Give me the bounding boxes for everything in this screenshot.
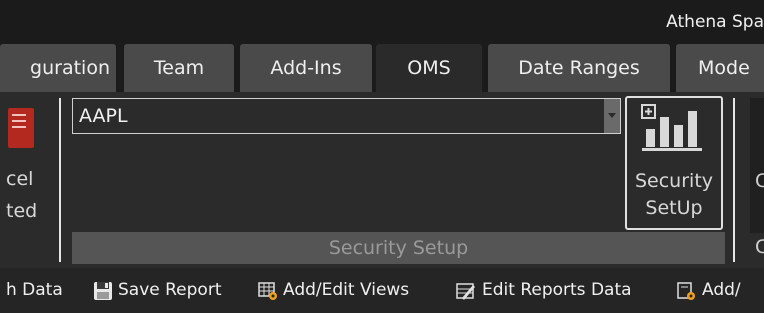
security-setup-label-line2: SetUp bbox=[645, 197, 703, 219]
security-input[interactable] bbox=[73, 99, 603, 133]
edit-data-icon bbox=[456, 283, 475, 300]
ribbon-tab-bar: guration Team Add-Ins OMS Date Ranges Mo… bbox=[0, 36, 764, 92]
add-cut-button[interactable]: Add/ bbox=[702, 268, 741, 313]
group-label-security-setup: Security Setup bbox=[72, 232, 725, 264]
group-separator bbox=[733, 98, 735, 262]
add-edit-views-button[interactable]: Add/Edit Views bbox=[283, 268, 409, 313]
bar-chart-add-icon bbox=[641, 104, 702, 151]
security-setup-label: Security SetUp bbox=[627, 168, 721, 222]
security-combo[interactable] bbox=[72, 98, 621, 134]
app-title: Athena Spa bbox=[666, 12, 764, 32]
form-gear-icon bbox=[677, 282, 695, 300]
tab-oms[interactable]: OMS bbox=[376, 44, 482, 92]
security-setup-label-line1: Security bbox=[634, 170, 714, 192]
refresh-data-button[interactable]: h Data bbox=[6, 268, 63, 313]
tab-team[interactable]: Team bbox=[124, 44, 234, 92]
left-group-label-line1: cel bbox=[6, 168, 34, 190]
save-report-button[interactable]: Save Report bbox=[118, 268, 222, 313]
excel-icon[interactable] bbox=[8, 108, 34, 148]
left-group-label-line2: ted bbox=[6, 200, 38, 222]
tab-mode[interactable]: Mode bbox=[676, 44, 764, 92]
tab-configuration[interactable]: guration bbox=[0, 44, 116, 92]
chevron-down-icon[interactable] bbox=[604, 99, 620, 133]
title-bar: Athena Spa bbox=[0, 0, 764, 36]
right-cut-button[interactable] bbox=[750, 98, 764, 233]
right-cut-group-label: C bbox=[755, 236, 764, 258]
edit-reports-data-button[interactable]: Edit Reports Data bbox=[482, 268, 632, 313]
quick-toolbar: h Data Save Report Add/Edit Views Edit R… bbox=[0, 268, 764, 313]
grid-gear-icon bbox=[258, 282, 277, 300]
floppy-disk-icon bbox=[94, 282, 112, 300]
tab-add-ins[interactable]: Add-Ins bbox=[240, 44, 372, 92]
tab-date-ranges[interactable]: Date Ranges bbox=[488, 44, 670, 92]
group-separator bbox=[59, 98, 61, 262]
right-cut-label: C bbox=[755, 170, 764, 192]
